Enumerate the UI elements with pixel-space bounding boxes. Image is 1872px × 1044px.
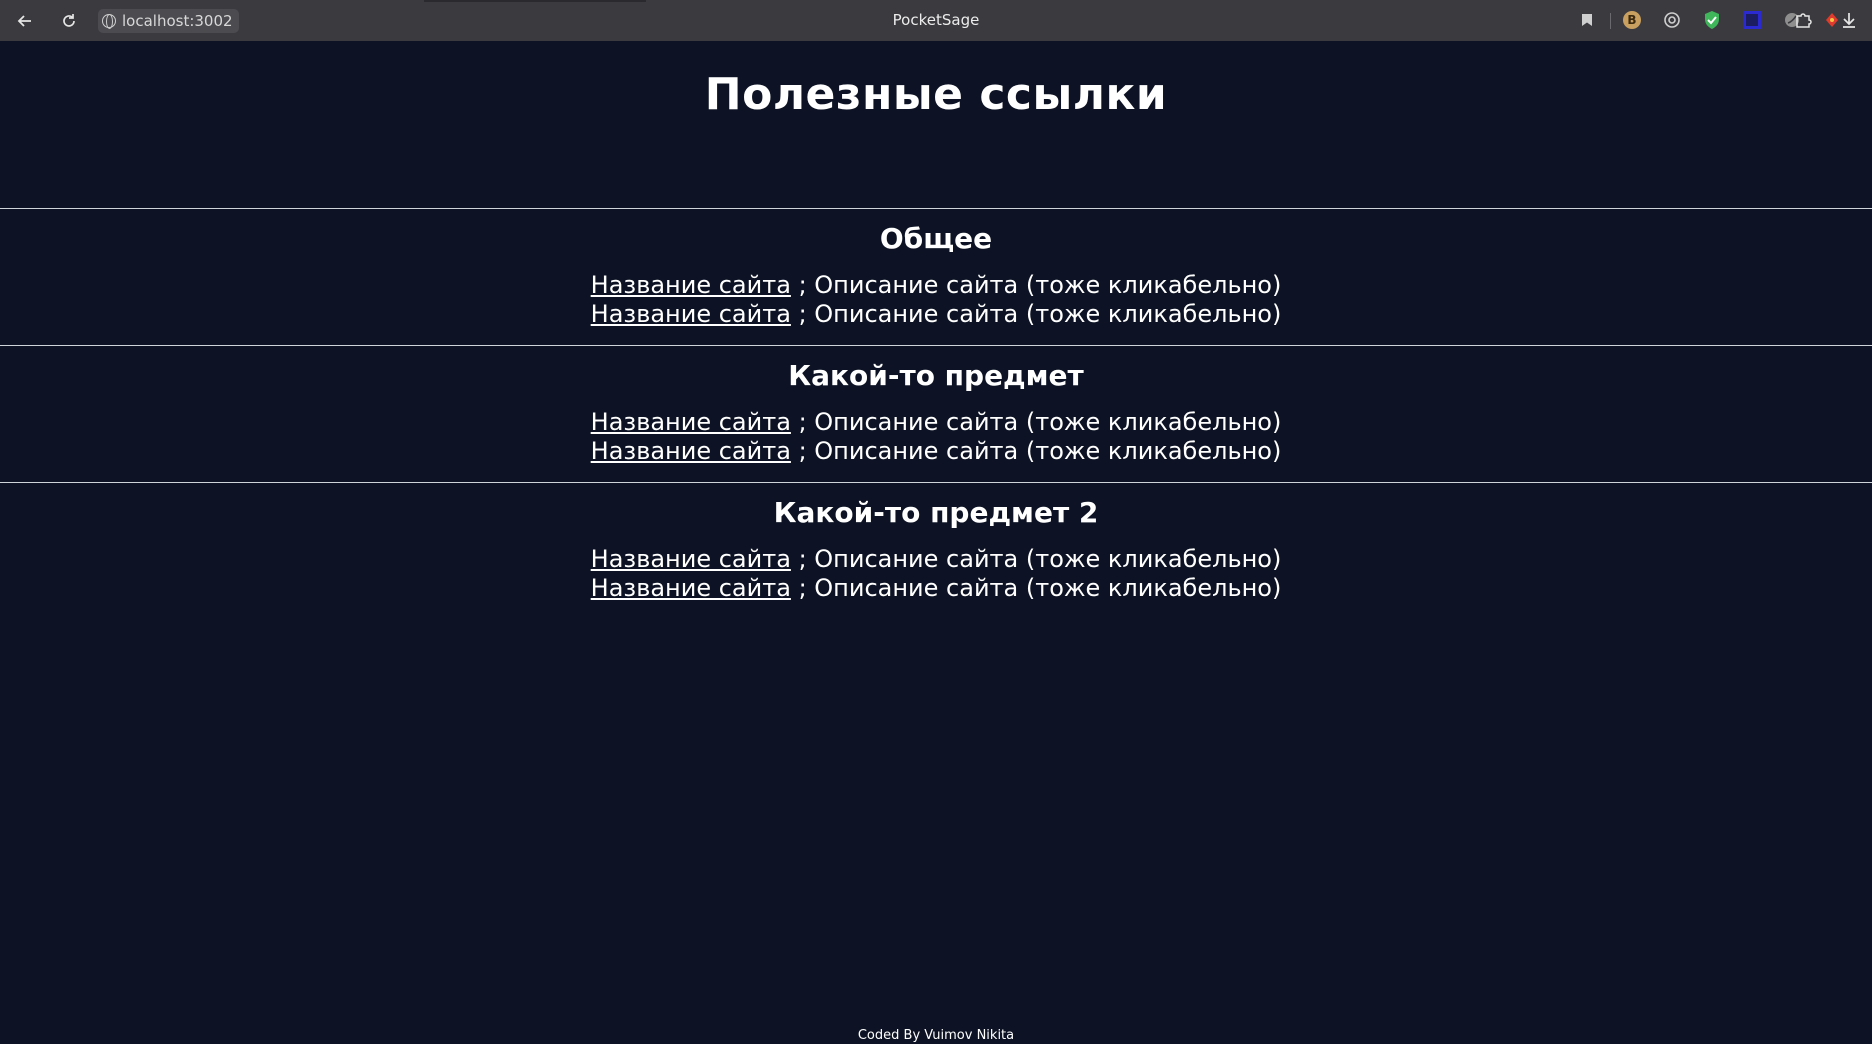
footer-credit: Coded By Vuimov Nikita xyxy=(857,1028,1015,1043)
site-link[interactable]: Название сайта xyxy=(591,300,791,328)
download-icon[interactable] xyxy=(1838,9,1860,31)
list-item: Название сайта ; Описание сайта (тоже кл… xyxy=(0,574,1872,603)
globe-icon xyxy=(102,14,116,29)
links-list: Название сайта ; Описание сайта (тоже кл… xyxy=(0,408,1872,466)
tab-indicator xyxy=(424,0,646,2)
puzzle-icon[interactable] xyxy=(1793,9,1815,31)
url-text: localhost:3002 xyxy=(122,12,233,30)
site-description[interactable]: ; Описание сайта (тоже кликабельно) xyxy=(799,408,1282,436)
site-description[interactable]: ; Описание сайта (тоже кликабельно) xyxy=(799,437,1282,465)
toolbar-separator xyxy=(1610,13,1611,29)
site-description[interactable]: ; Описание сайта (тоже кликабельно) xyxy=(799,574,1282,602)
section-heading: Общее xyxy=(879,222,993,255)
extension-b-icon[interactable]: B xyxy=(1621,9,1643,31)
browser-toolbar: localhost:3002 PocketSage B xyxy=(0,0,1872,41)
links-list: Название сайта ; Описание сайта (тоже кл… xyxy=(0,545,1872,603)
site-link[interactable]: Название сайта xyxy=(591,408,791,436)
list-item: Название сайта ; Описание сайта (тоже кл… xyxy=(0,545,1872,574)
bookmark-icon[interactable] xyxy=(1576,9,1598,31)
site-link[interactable]: Название сайта xyxy=(591,545,791,573)
links-list: Название сайта ; Описание сайта (тоже кл… xyxy=(0,271,1872,329)
section-general: Общее Название сайта ; Описание сайта (т… xyxy=(0,208,1872,329)
at-sign-icon[interactable] xyxy=(1661,9,1683,31)
section-subject-2: Какой-то предмет 2 Название сайта ; Опис… xyxy=(0,482,1872,603)
list-item: Название сайта ; Описание сайта (тоже кл… xyxy=(0,408,1872,437)
site-description[interactable]: ; Описание сайта (тоже кликабельно) xyxy=(799,545,1282,573)
site-link[interactable]: Название сайта xyxy=(591,271,791,299)
square-ext-icon[interactable] xyxy=(1741,9,1763,31)
site-description[interactable]: ; Описание сайта (тоже кликабельно) xyxy=(799,300,1282,328)
site-link[interactable]: Название сайта xyxy=(591,437,791,465)
address-bar[interactable]: localhost:3002 xyxy=(98,9,239,33)
back-arrow-icon[interactable] xyxy=(13,9,37,33)
site-link[interactable]: Название сайта xyxy=(591,574,791,602)
page-content: Полезные ссылки Общее Название сайта ; О… xyxy=(0,41,1872,1044)
list-item: Название сайта ; Описание сайта (тоже кл… xyxy=(0,300,1872,329)
list-item: Название сайта ; Описание сайта (тоже кл… xyxy=(0,437,1872,466)
list-item: Название сайта ; Описание сайта (тоже кл… xyxy=(0,271,1872,300)
site-description[interactable]: ; Описание сайта (тоже кликабельно) xyxy=(799,271,1282,299)
section-heading: Какой-то предмет 2 xyxy=(773,496,1099,529)
reload-icon[interactable] xyxy=(57,9,81,33)
shield-check-icon[interactable] xyxy=(1701,9,1723,31)
page-title: Полезные ссылки xyxy=(704,69,1168,120)
section-heading: Какой-то предмет xyxy=(788,359,1084,392)
section-subject: Какой-то предмет Название сайта ; Описан… xyxy=(0,345,1872,466)
